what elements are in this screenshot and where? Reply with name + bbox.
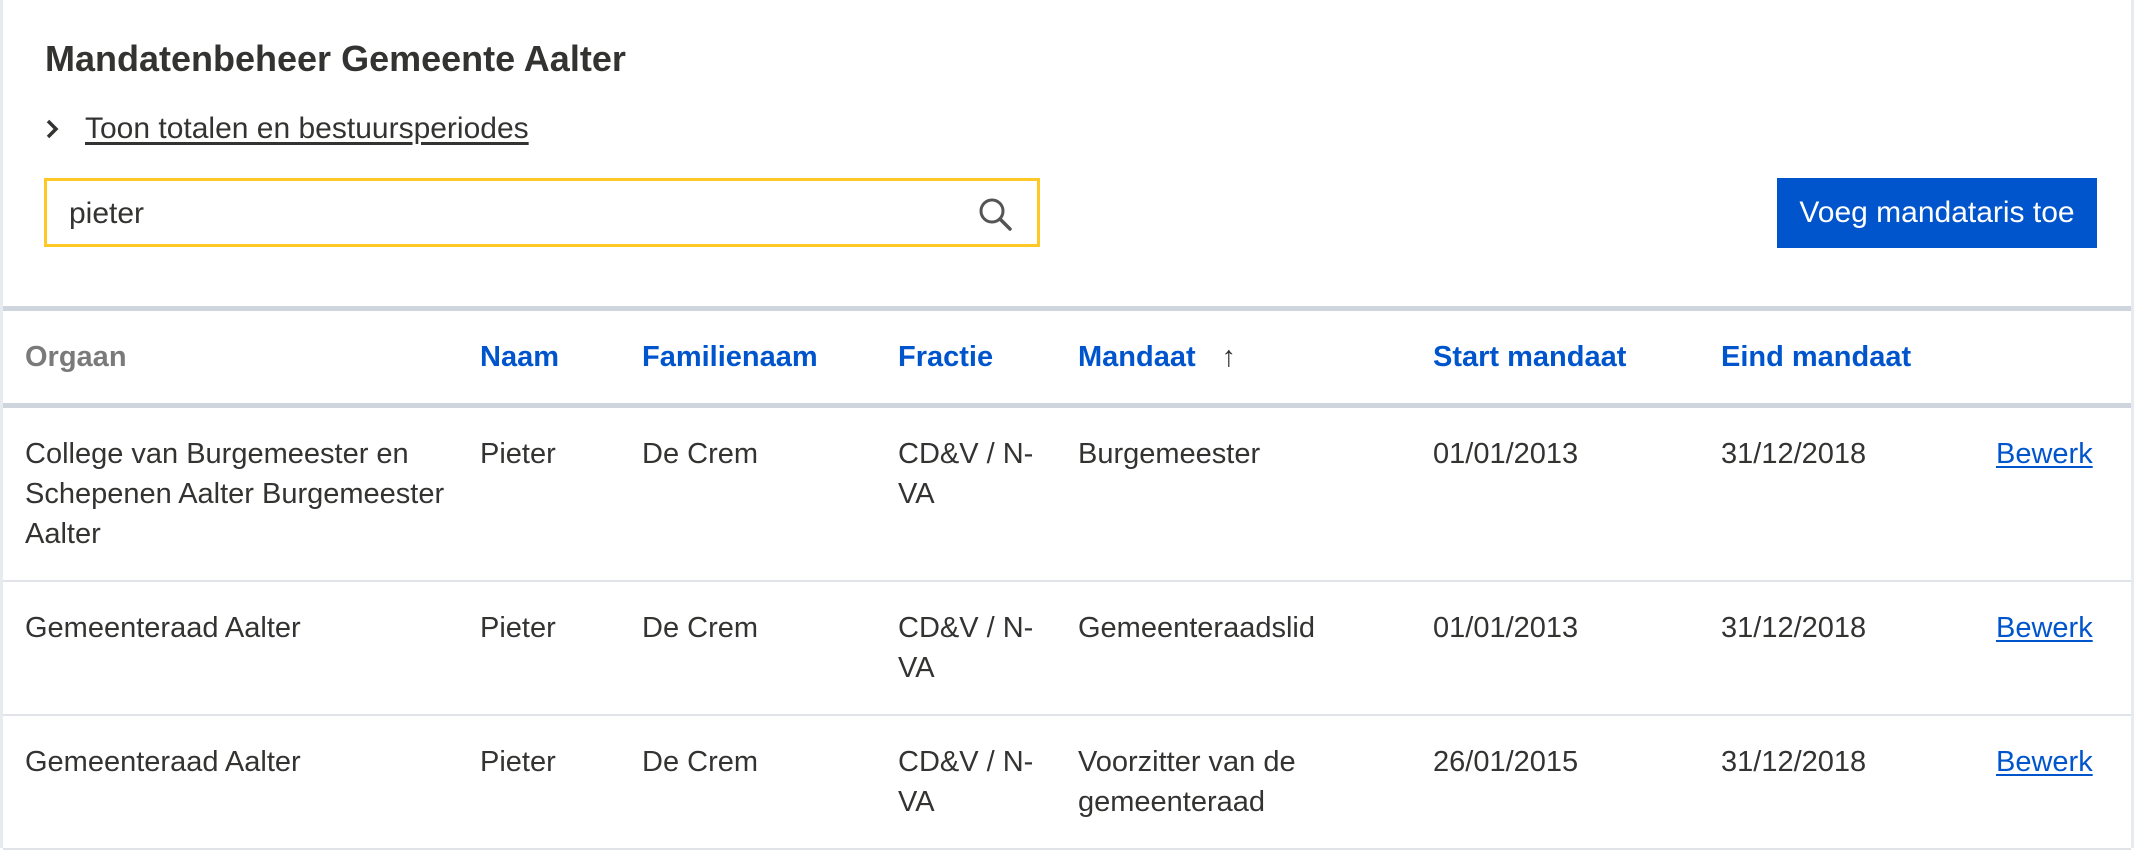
cell-familienaam: De Crem [642, 746, 759, 778]
chevron-right-icon [45, 114, 65, 144]
column-header-eind[interactable]: Eind mandaat [1721, 311, 1996, 406]
search-input[interactable] [67, 181, 971, 246]
cell-naam: Pieter [480, 612, 556, 644]
search-field[interactable] [44, 178, 1040, 247]
edit-link[interactable]: Bewerk [1996, 612, 2093, 644]
cell-eind: 31/12/2018 [1721, 746, 1867, 778]
table-header-row: Orgaan Naam Familienaam Fractie Mandaat ↑… [3, 311, 2131, 406]
mandatarissen-table: Orgaan Naam Familienaam Fractie Mandaat ↑… [3, 311, 2131, 850]
cell-orgaan: Gemeenteraad Aalter [25, 746, 301, 778]
cell-orgaan: Gemeenteraad Aalter [25, 612, 301, 644]
edit-link[interactable]: Bewerk [1996, 746, 2093, 778]
column-header-naam[interactable]: Naam [480, 311, 642, 406]
cell-eind: 31/12/2018 [1721, 438, 1867, 470]
table-row: Gemeenteraad Aalter Pieter De Crem CD&V … [3, 715, 2131, 849]
sort-ascending-icon[interactable]: ↑ [1222, 341, 1237, 374]
page-title: Mandatenbeheer Gemeente Aalter [45, 38, 626, 79]
totals-toggle[interactable]: Toon totalen en bestuursperiodes [45, 112, 529, 146]
cell-naam: Pieter [480, 746, 556, 778]
cell-mandaat: Voorzitter van de gemeenteraad [1078, 746, 1296, 818]
cell-fractie: CD&V / N-VA [898, 438, 1034, 510]
column-header-mandaat[interactable]: Mandaat ↑ [1078, 311, 1433, 406]
cell-mandaat: Gemeenteraadslid [1078, 612, 1315, 644]
cell-eind: 31/12/2018 [1721, 612, 1867, 644]
cell-naam: Pieter [480, 438, 556, 470]
cell-familienaam: De Crem [642, 438, 759, 470]
table-row: College van Burgemeester en Schepenen Aa… [3, 406, 2131, 581]
search-icon[interactable] [977, 196, 1013, 232]
table-row: Gemeenteraad Aalter Pieter De Crem CD&V … [3, 581, 2131, 715]
column-header-fractie[interactable]: Fractie [898, 311, 1078, 406]
cell-start: 01/01/2013 [1433, 612, 1579, 644]
cell-orgaan: College van Burgemeester en Schepenen Aa… [25, 438, 445, 550]
column-header-familienaam[interactable]: Familienaam [642, 311, 898, 406]
cell-start: 01/01/2013 [1433, 438, 1579, 470]
cell-mandaat: Burgemeester [1078, 438, 1261, 470]
column-header-mandaat-label[interactable]: Mandaat [1078, 341, 1196, 373]
cell-start: 26/01/2015 [1433, 746, 1579, 778]
cell-familienaam: De Crem [642, 612, 759, 644]
cell-fractie: CD&V / N-VA [898, 612, 1034, 684]
add-mandataris-button[interactable]: Voeg mandataris toe [1777, 178, 2097, 248]
column-header-actions [1996, 311, 2131, 406]
column-header-start[interactable]: Start mandaat [1433, 311, 1721, 406]
edit-link[interactable]: Bewerk [1996, 438, 2093, 470]
cell-fractie: CD&V / N-VA [898, 746, 1034, 818]
totals-toggle-label[interactable]: Toon totalen en bestuursperiodes [85, 112, 529, 146]
column-header-orgaan: Orgaan [25, 340, 127, 373]
